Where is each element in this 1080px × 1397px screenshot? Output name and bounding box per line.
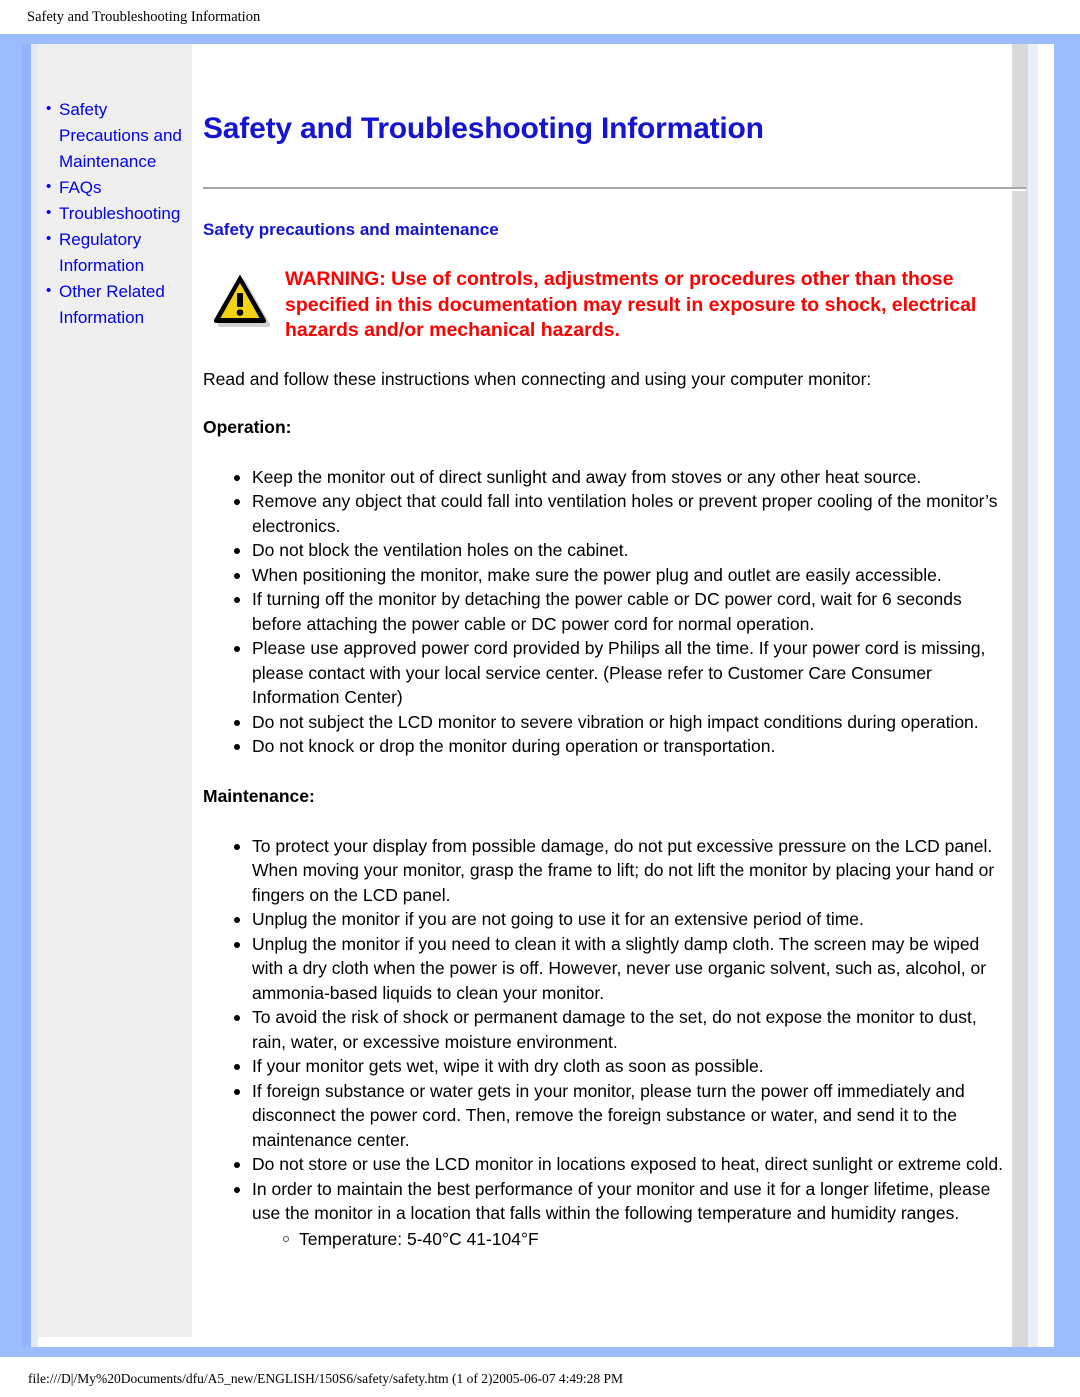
page-title: Safety and Troubleshooting Information bbox=[203, 112, 764, 145]
list-item: Do not knock or drop the monitor during … bbox=[234, 734, 1012, 759]
temperature-sub-list: Temperature: 5-40°C 41-104°F bbox=[252, 1226, 1012, 1252]
sidebar-nav-list: Safety Precautions and Maintenance FAQs … bbox=[46, 96, 186, 331]
warning-block: WARNING: Use of controls, adjustments or… bbox=[203, 265, 1012, 344]
title-divider bbox=[203, 187, 1026, 191]
print-header: Safety and Troubleshooting Information bbox=[27, 9, 261, 25]
sidebar-item-regulatory-information[interactable]: Regulatory Information bbox=[46, 226, 186, 279]
warning-triangle-icon bbox=[203, 265, 285, 336]
list-item: Do not block the ventilation holes on th… bbox=[234, 538, 1012, 563]
left-accent-pale-strip bbox=[31, 44, 38, 1347]
right-pale-strip bbox=[1028, 44, 1038, 1347]
list-item: To protect your display from possible da… bbox=[234, 834, 1012, 908]
right-scrollbar-strip[interactable] bbox=[1012, 44, 1028, 1347]
list-item: Unplug the monitor if you need to clean … bbox=[234, 932, 1012, 1006]
list-item: If turning off the monitor by detaching … bbox=[234, 587, 1012, 636]
list-item: Temperature: 5-40°C 41-104°F bbox=[283, 1226, 1012, 1252]
operation-list: Keep the monitor out of direct sunlight … bbox=[203, 465, 1012, 759]
sidebar-item-other-related-information[interactable]: Other Related Information bbox=[46, 278, 186, 331]
list-item-text: In order to maintain the best performanc… bbox=[252, 1178, 991, 1224]
list-item: When positioning the monitor, make sure … bbox=[234, 563, 1012, 588]
sidebar-item-troubleshooting[interactable]: Troubleshooting bbox=[46, 200, 186, 227]
list-item: To avoid the risk of shock or permanent … bbox=[234, 1005, 1012, 1054]
list-item: Do not store or use the LCD monitor in l… bbox=[234, 1152, 1012, 1177]
maintenance-heading: Maintenance: bbox=[203, 785, 315, 806]
list-item: Remove any object that could fall into v… bbox=[234, 489, 1012, 538]
intro-paragraph: Read and follow these instructions when … bbox=[203, 368, 872, 389]
page-border-frame: Safety Precautions and Maintenance FAQs … bbox=[0, 34, 1080, 1357]
list-item: Keep the monitor out of direct sunlight … bbox=[234, 465, 1012, 490]
warning-message: WARNING: Use of controls, adjustments or… bbox=[285, 268, 977, 341]
left-accent-strip bbox=[22, 44, 31, 1347]
list-item: In order to maintain the best performanc… bbox=[234, 1177, 1012, 1252]
print-footer: file:///D|/My%20Documents/dfu/A5_new/ENG… bbox=[28, 1371, 624, 1386]
list-item: Please use approved power cord provided … bbox=[234, 636, 1012, 710]
main-content: Safety and Troubleshooting Information S… bbox=[192, 44, 1026, 1337]
maintenance-list: To protect your display from possible da… bbox=[203, 834, 1012, 1252]
section-heading-safety-precautions: Safety precautions and maintenance bbox=[203, 220, 499, 239]
sidebar-navigation: Safety Precautions and Maintenance FAQs … bbox=[38, 44, 192, 1337]
operation-heading: Operation: bbox=[203, 416, 292, 437]
list-item: If your monitor gets wet, wipe it with d… bbox=[234, 1054, 1012, 1079]
list-item: Unplug the monitor if you are not going … bbox=[234, 907, 1012, 932]
list-item: If foreign substance or water gets in yo… bbox=[234, 1079, 1012, 1153]
sidebar-item-safety-precautions-and-maintenance[interactable]: Safety Precautions and Maintenance bbox=[46, 96, 186, 175]
list-item: Do not subject the LCD monitor to severe… bbox=[234, 710, 1012, 735]
sidebar-item-faqs[interactable]: FAQs bbox=[46, 174, 186, 201]
